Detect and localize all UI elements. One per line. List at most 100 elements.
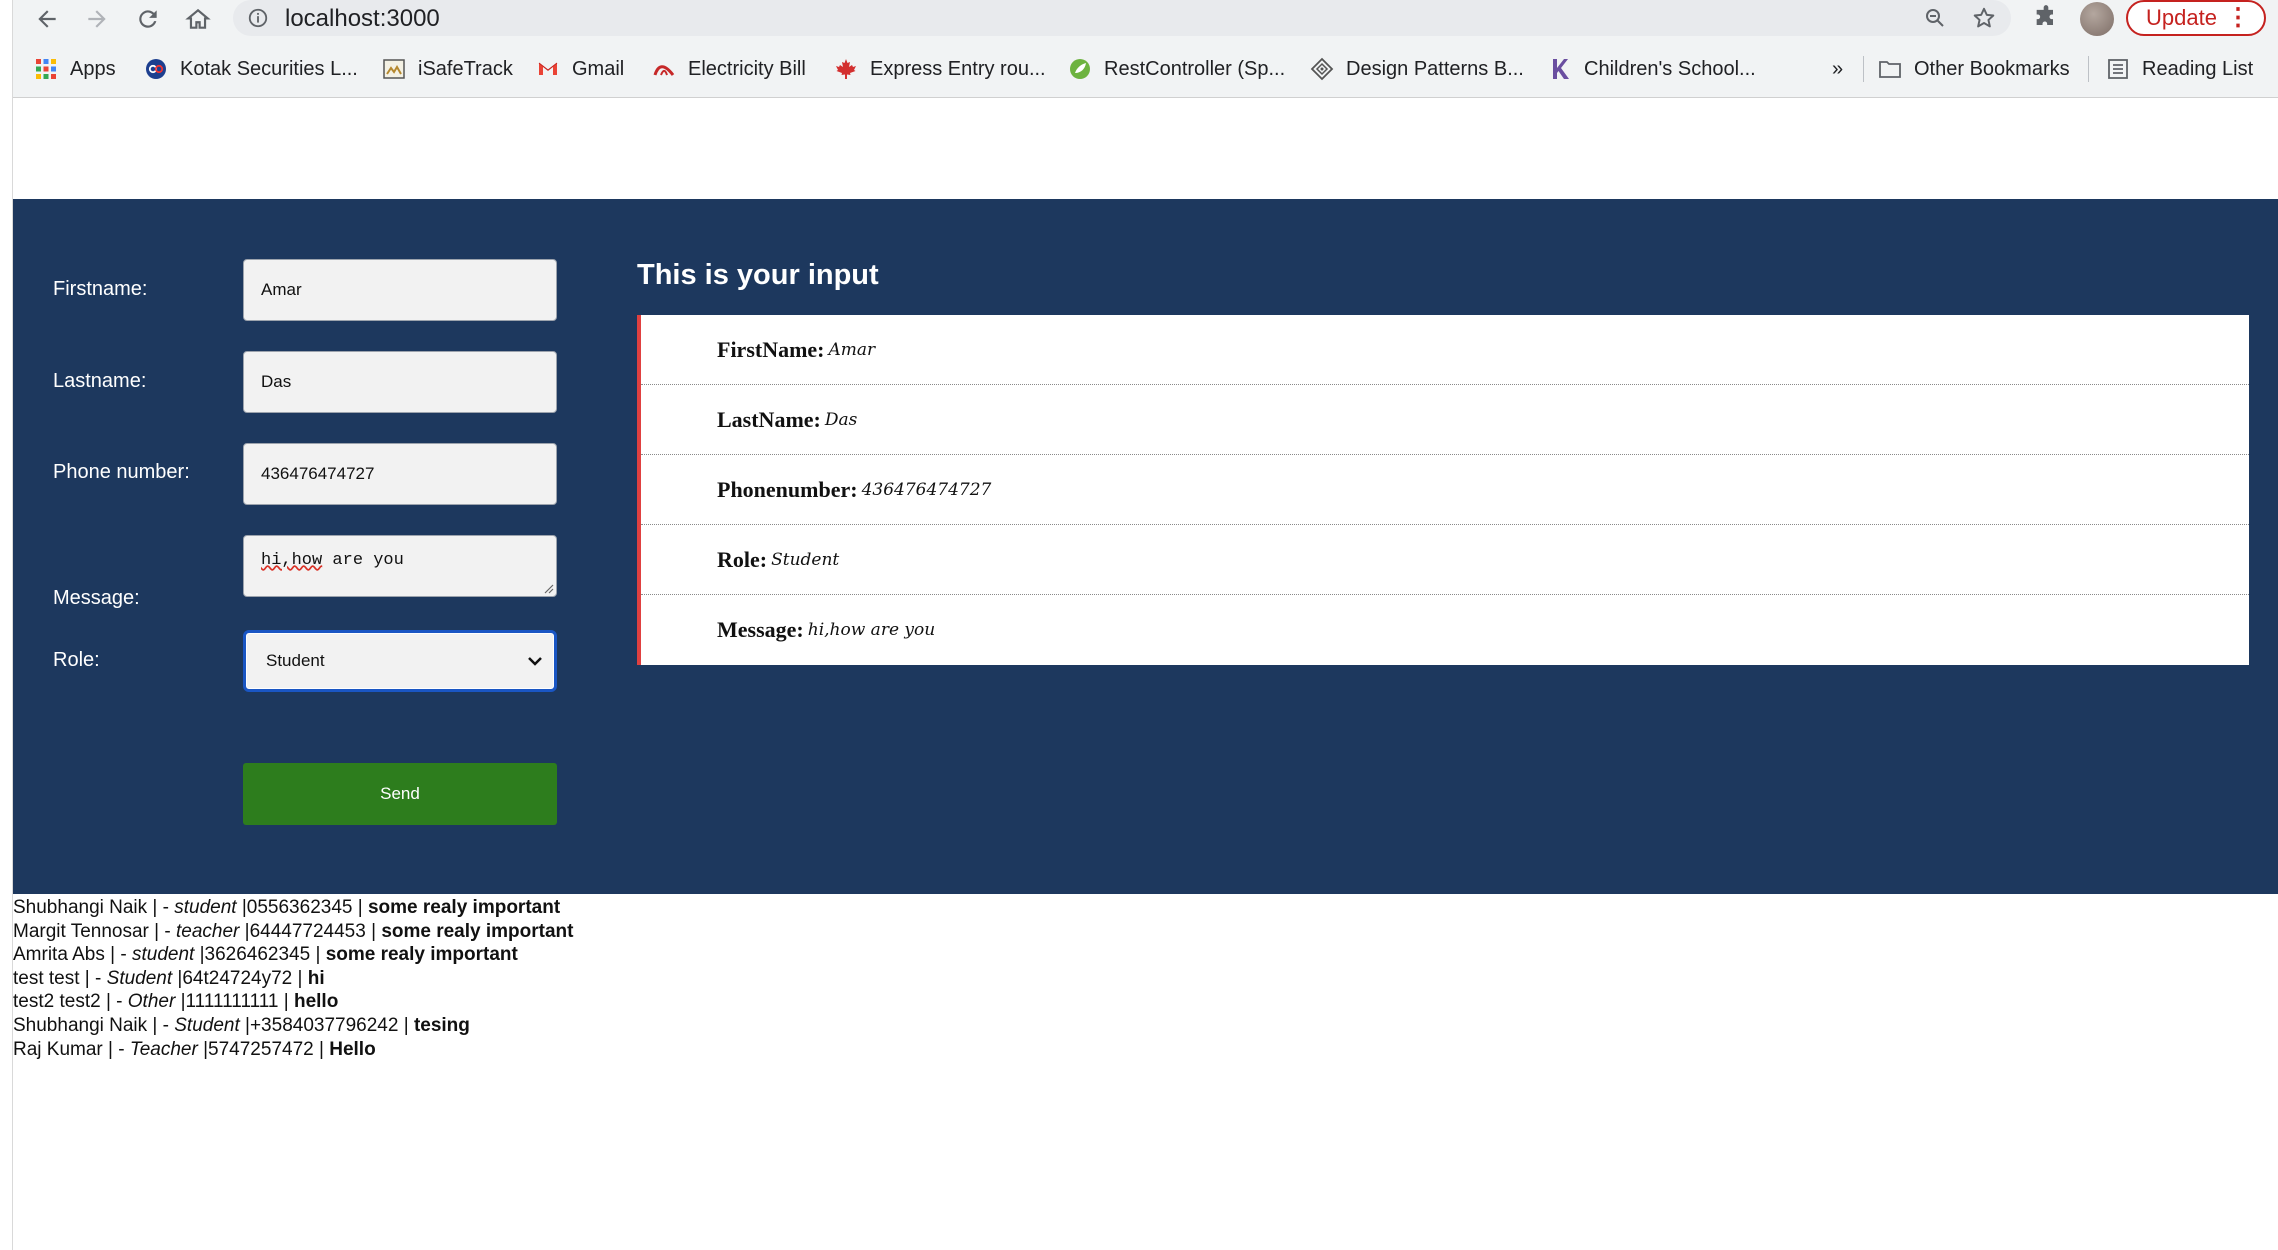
arrow-right-icon (88, 10, 106, 28)
apps-grid-icon (36, 59, 56, 79)
bookmark-restcontroller[interactable]: RestController (Sp... (1068, 56, 1285, 82)
update-button[interactable]: Update ⋮ (2126, 0, 2266, 36)
output-key: FirstName: (717, 336, 825, 362)
maple-leaf-icon (836, 59, 856, 79)
browser-toolbar: localhost:3000 Update ⋮ (0, 0, 2278, 38)
url-text[interactable]: localhost:3000 (285, 5, 440, 33)
k-icon (1553, 59, 1569, 79)
entry-name: Shubhangi Naik | - (13, 1014, 175, 1036)
reload-button[interactable] (131, 2, 165, 36)
entry-name: test2 test2 | - (13, 991, 128, 1013)
firstname-input[interactable]: Amar (243, 259, 557, 321)
back-button[interactable] (30, 2, 64, 36)
list-item: test test | - Student |64t24724y72 | hi (13, 967, 913, 991)
entry-message: some realy important (381, 920, 574, 942)
lastname-label: Lastname: (53, 370, 147, 392)
output-value: hi,how are you (807, 620, 936, 640)
chevron-down-icon (528, 657, 542, 666)
bookmark-electricity[interactable]: Electricity Bill (652, 56, 806, 82)
firstname-value: Amar (261, 280, 302, 299)
other-bookmarks-label: Other Bookmarks (1914, 57, 2070, 80)
entry-role: student (174, 897, 237, 918)
entry-phone: |64447724453 | (239, 920, 382, 942)
entry-role: Other (127, 991, 176, 1013)
output-key: LastName: (717, 406, 821, 432)
entry-phone: |5747257472 | (197, 1038, 330, 1060)
entry-message: Hello (329, 1038, 376, 1060)
bookmarks-overflow-button[interactable]: » (1832, 56, 1843, 82)
entry-phone: |64t24724y72 | (172, 967, 308, 989)
bookmarks-bar: Apps Kotak Securities L... iSafeTrack Gm… (0, 38, 2278, 98)
home-icon (185, 8, 211, 29)
reload-icon (139, 10, 157, 28)
entry-message: tesing (413, 1014, 470, 1036)
bookmark-isafetrack[interactable]: iSafeTrack (382, 56, 513, 82)
entry-message: some realy important (367, 897, 561, 918)
output-key: Role: (717, 546, 768, 572)
phone-value: 436476474727 (261, 464, 375, 483)
phone-input[interactable]: 436476474727 (243, 443, 557, 505)
kebab-menu-icon[interactable]: ⋮ (2226, 6, 2250, 30)
bookmark-gmail[interactable]: Gmail (536, 56, 624, 82)
entry-role: Student (106, 967, 173, 989)
lastname-value: Das (261, 372, 292, 391)
arrow-left-icon (38, 10, 56, 28)
entry-message: hi (307, 967, 325, 989)
entry-name: Shubhangi Naik | - (13, 897, 175, 918)
bookmark-childrens-school[interactable]: Children's School... (1548, 56, 1756, 82)
profile-avatar[interactable] (2080, 2, 2114, 36)
puzzle-icon[interactable] (2032, 4, 2060, 32)
role-label: Role: (53, 649, 100, 671)
design-patterns-icon (1310, 57, 1334, 81)
list-item: Raj Kumar | - Teacher |5747257472 | Hell… (13, 1038, 913, 1062)
bookmark-express-entry[interactable]: Express Entry rou... (834, 56, 1046, 82)
entry-role: Teacher (129, 1038, 198, 1060)
bookmark-apps[interactable]: Apps (34, 56, 116, 82)
output-value: Das (824, 409, 858, 430)
entry-name: Amrita Abs | - (13, 944, 132, 966)
output-row-role: Role: Student (641, 525, 2249, 595)
zoom-icon[interactable] (1923, 6, 1947, 30)
isafetrack-icon (383, 59, 405, 79)
resize-handle-icon[interactable] (542, 582, 554, 594)
send-button[interactable]: Send (243, 763, 557, 825)
message-value: are you (322, 551, 404, 570)
page-header-blank (13, 99, 2278, 199)
send-label: Send (380, 784, 420, 803)
firstname-label: Firstname: (53, 278, 148, 300)
entry-role: teacher (175, 920, 240, 942)
entry-name: Margit Tennosar | - (13, 920, 176, 942)
forward-button[interactable] (80, 2, 114, 36)
browser-window: localhost:3000 Update ⋮ Apps Kotak Secur… (0, 0, 2278, 1250)
output-row-lastname: LastName: Das (641, 385, 2249, 455)
message-textarea[interactable]: hi,how are you (243, 535, 557, 597)
entry-name: test test | - (13, 967, 107, 989)
entry-role: Student (174, 1014, 240, 1036)
lastname-input[interactable]: Das (243, 351, 557, 413)
entry-message: hello (293, 991, 339, 1013)
bookmark-label: Express Entry rou... (870, 57, 1046, 80)
output-value: Amar (828, 339, 876, 360)
spring-icon (1070, 59, 1090, 79)
home-button[interactable] (181, 2, 215, 36)
electricity-icon (653, 65, 675, 76)
address-bar[interactable]: localhost:3000 (233, 0, 2011, 36)
reading-list-button[interactable]: Reading List (2106, 56, 2253, 82)
bookmark-label: Children's School... (1584, 57, 1756, 80)
bookmark-label: Gmail (572, 57, 625, 80)
gmail-icon (538, 62, 558, 75)
entry-role: student (131, 944, 195, 966)
other-bookmarks-folder[interactable]: Other Bookmarks (1878, 56, 2070, 82)
output-key: Message: (717, 617, 804, 642)
output-card: FirstName: Amar LastName: Das Phonenumbe… (637, 315, 2249, 665)
entry-name: Raj Kumar | - (13, 1038, 130, 1060)
info-icon[interactable] (247, 7, 269, 29)
star-icon[interactable] (1971, 5, 1997, 31)
phone-label: Phone number: (53, 461, 190, 483)
output-value: Student (771, 549, 840, 570)
output-title: This is your input (637, 259, 879, 291)
role-select[interactable]: Student (243, 630, 557, 692)
bookmark-design-patterns[interactable]: Design Patterns B... (1310, 56, 1524, 82)
entry-phone: |1111111111 | (175, 991, 294, 1013)
bookmark-kotak[interactable]: Kotak Securities L... (144, 56, 358, 82)
